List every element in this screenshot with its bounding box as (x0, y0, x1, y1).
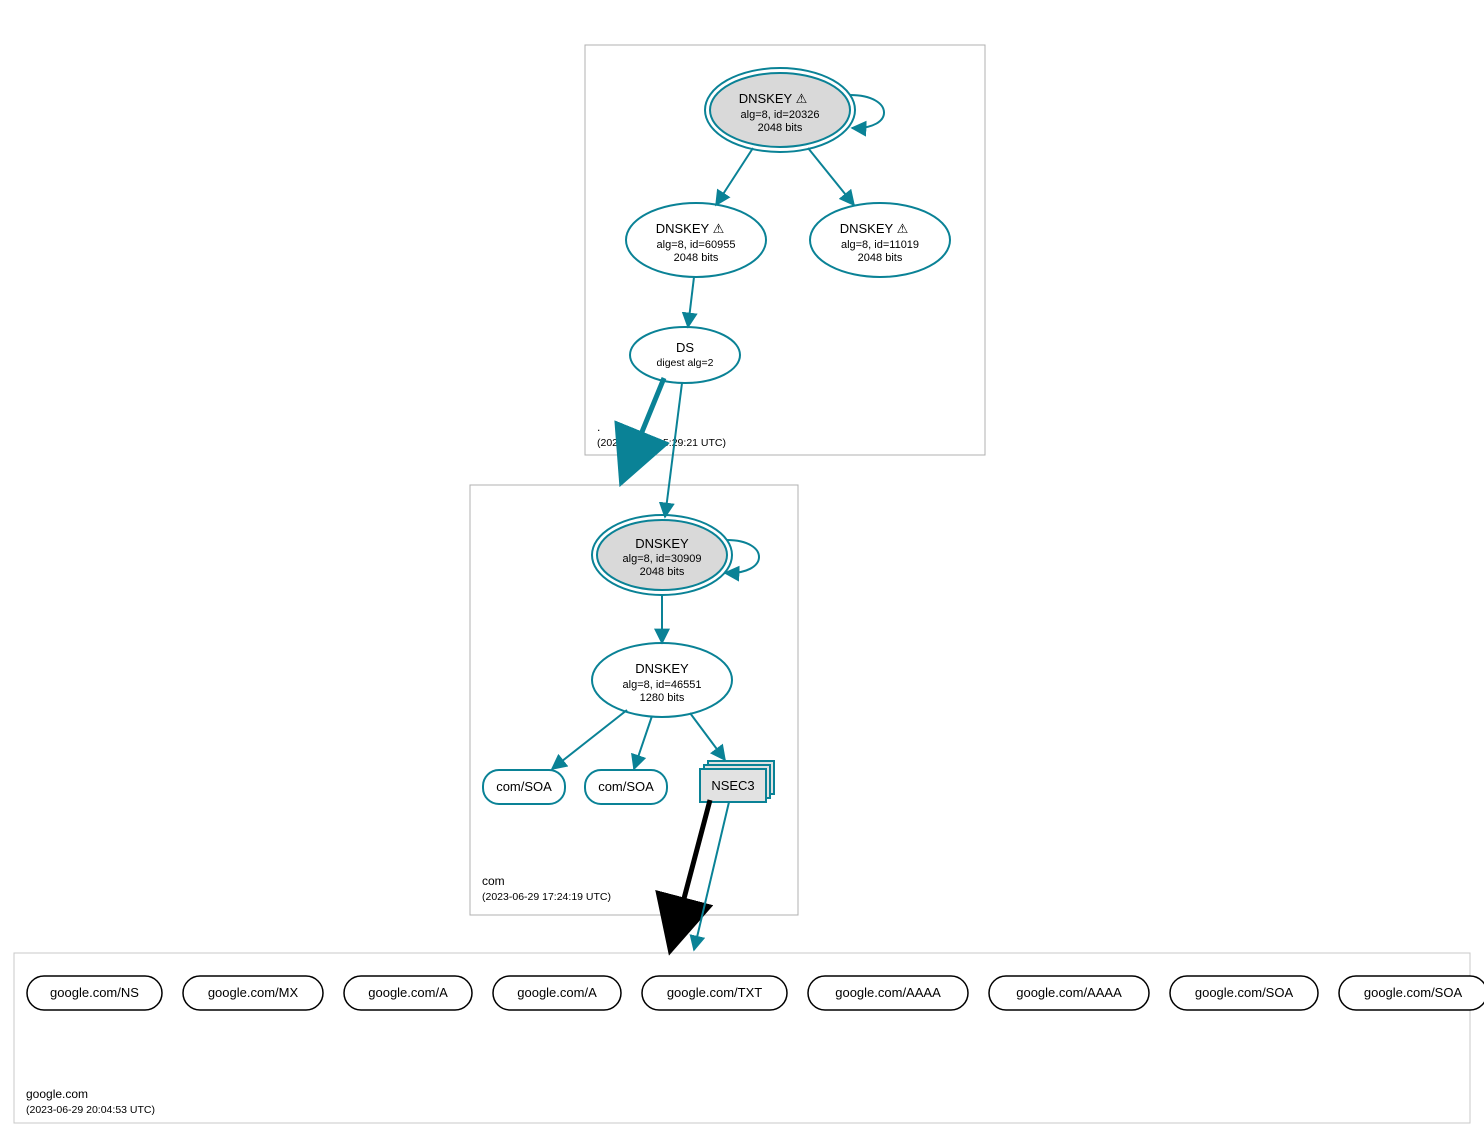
edge-ds-to-com-ksk (665, 383, 682, 517)
edge-com-zsk-to-nsec3 (690, 713, 725, 760)
edge-com-to-google-zone (672, 800, 710, 944)
com-nsec3-node[interactable]: NSEC3 (700, 761, 774, 802)
root-zsk2-label: DNSKEY (840, 221, 894, 236)
com-ksk-label: DNSKEY (635, 536, 689, 551)
svg-text:DNSKEY ⚠: DNSKEY ⚠ (840, 221, 909, 236)
com-ksk-node[interactable]: DNSKEY alg=8, id=30909 2048 bits (592, 515, 732, 595)
com-ksk-alg: alg=8, id=30909 (623, 553, 702, 565)
rrset-label: google.com/A (517, 985, 597, 1000)
root-ds-label: DS (676, 340, 694, 355)
root-zsk1-label: DNSKEY (656, 221, 710, 236)
google-rrset-soa1[interactable]: google.com/SOA (1170, 976, 1318, 1010)
rrset-label: google.com/SOA (1364, 985, 1463, 1000)
google-rrset-aaaa1[interactable]: google.com/AAAA (808, 976, 968, 1010)
google-rrset-a1[interactable]: google.com/A (344, 976, 472, 1010)
root-ksk-bits: 2048 bits (758, 122, 803, 134)
com-soa1-node[interactable]: com/SOA (483, 770, 565, 804)
edge-nsec3-to-google (694, 802, 729, 950)
root-zsk2-node[interactable]: DNSKEY ⚠ alg=8, id=11019 2048 bits (810, 203, 950, 277)
zone-com-name: com (482, 874, 505, 888)
com-zsk-alg: alg=8, id=46551 (623, 679, 702, 691)
zone-root-timestamp: (2023-06-29 15:29:21 UTC) (597, 437, 726, 449)
warning-icon: ⚠ (897, 221, 909, 236)
root-ds-node[interactable]: DS digest alg=2 (630, 327, 740, 383)
com-soa2-node[interactable]: com/SOA (585, 770, 667, 804)
edge-com-zsk-to-soa2 (634, 716, 652, 769)
rrset-label: google.com/A (368, 985, 448, 1000)
svg-text:DNSKEY ⚠: DNSKEY ⚠ (739, 91, 808, 106)
rrset-label: google.com/SOA (1195, 985, 1294, 1000)
root-zsk1-alg: alg=8, id=60955 (657, 239, 736, 251)
google-rrset-aaaa2[interactable]: google.com/AAAA (989, 976, 1149, 1010)
rrset-label: google.com/AAAA (835, 985, 941, 1000)
warning-icon: ⚠ (796, 91, 808, 106)
zone-com-timestamp: (2023-06-29 17:24:19 UTC) (482, 891, 611, 903)
com-zsk-label: DNSKEY (635, 661, 689, 676)
warning-icon: ⚠ (713, 221, 725, 236)
com-zsk-bits: 1280 bits (640, 692, 685, 704)
com-zsk-node[interactable]: DNSKEY alg=8, id=46551 1280 bits (592, 643, 732, 717)
rrset-label: google.com/AAAA (1016, 985, 1122, 1000)
svg-text:DNSKEY ⚠: DNSKEY ⚠ (656, 221, 725, 236)
root-ksk-label: DNSKEY (739, 91, 793, 106)
google-rrset-soa2[interactable]: google.com/SOA (1339, 976, 1484, 1010)
dnssec-diagram: . (2023-06-29 15:29:21 UTC) DNSKEY ⚠ alg… (0, 0, 1484, 1140)
edge-ds-to-com-zone (624, 378, 664, 476)
rrset-label: google.com/NS (50, 985, 139, 1000)
root-ksk-node[interactable]: DNSKEY ⚠ alg=8, id=20326 2048 bits (705, 68, 855, 152)
google-rrset-txt[interactable]: google.com/TXT (642, 976, 787, 1010)
com-soa1-label: com/SOA (496, 779, 552, 794)
edge-com-zsk-to-soa1 (552, 710, 627, 769)
zone-google-timestamp: (2023-06-29 20:04:53 UTC) (26, 1104, 155, 1116)
zone-root-name: . (597, 420, 600, 434)
root-zsk2-alg: alg=8, id=11019 (841, 239, 919, 251)
google-rrset-mx[interactable]: google.com/MX (183, 976, 323, 1010)
edge-root-ksk-to-zsk1 (716, 148, 753, 205)
root-zsk2-bits: 2048 bits (858, 252, 903, 264)
com-soa2-label: com/SOA (598, 779, 654, 794)
rrset-label: google.com/TXT (667, 985, 762, 1000)
root-ksk-alg: alg=8, id=20326 (741, 109, 820, 121)
edge-root-zsk1-to-ds (688, 277, 694, 327)
root-zsk1-node[interactable]: DNSKEY ⚠ alg=8, id=60955 2048 bits (626, 203, 766, 277)
root-ds-alg: digest alg=2 (657, 357, 714, 369)
root-zsk1-bits: 2048 bits (674, 252, 719, 264)
zone-google-name: google.com (26, 1087, 88, 1101)
com-nsec3-label: NSEC3 (711, 778, 754, 793)
com-ksk-bits: 2048 bits (640, 566, 685, 578)
edge-root-ksk-to-zsk2 (808, 148, 854, 205)
google-rrset-a2[interactable]: google.com/A (493, 976, 621, 1010)
rrset-label: google.com/MX (208, 985, 299, 1000)
google-rrset-ns[interactable]: google.com/NS (27, 976, 162, 1010)
